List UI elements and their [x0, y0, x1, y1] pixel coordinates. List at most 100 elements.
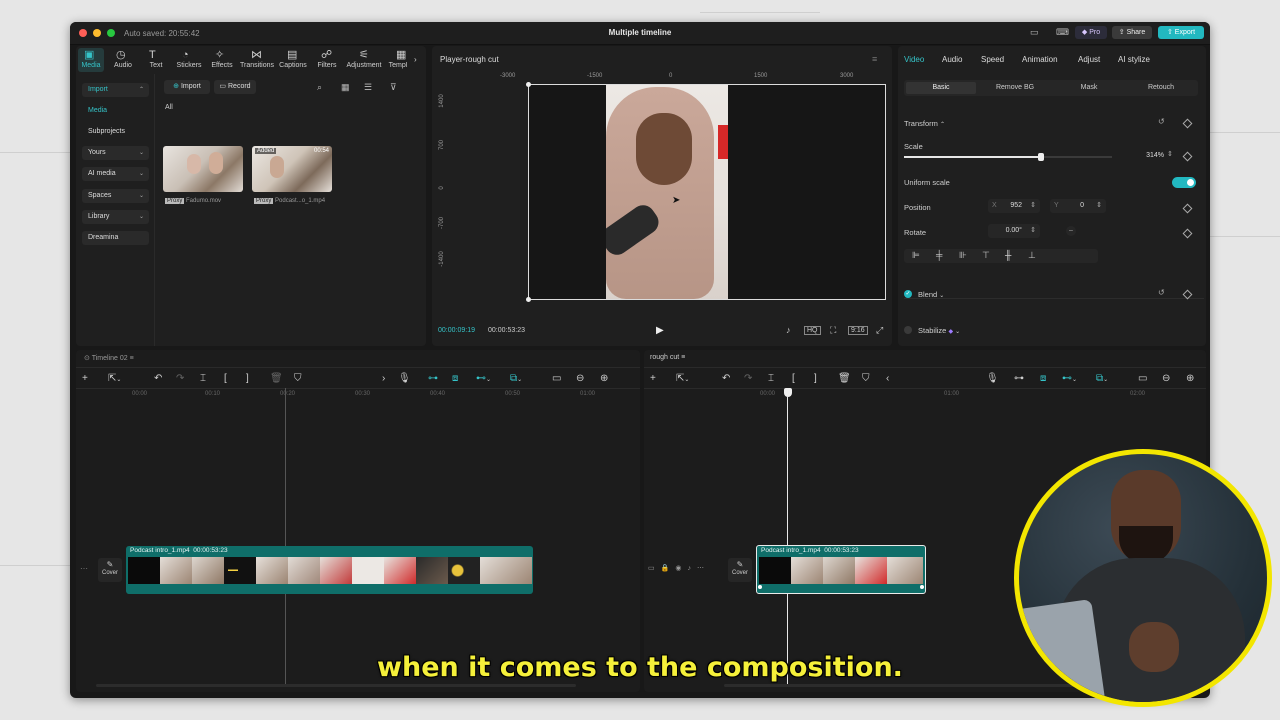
microphone-icon[interactable]: 🎙: [398, 374, 411, 384]
play-icon[interactable]: ▶: [656, 325, 664, 336]
clip-trim-handle[interactable]: [920, 585, 924, 589]
add-icon[interactable]: +: [82, 374, 88, 384]
sidebar-item-yours[interactable]: Yours ⌄: [82, 146, 149, 160]
keyframe-icon[interactable]: [1182, 118, 1193, 129]
subtab-remove-bg[interactable]: Remove BG: [980, 82, 1050, 94]
toolbar-adjustment[interactable]: Adjustment: [342, 62, 386, 69]
preview-axis-icon[interactable]: ⧉⌄: [1096, 374, 1108, 385]
align-bottom-icon[interactable]: ⊥: [1028, 250, 1036, 261]
blend-checkbox[interactable]: ✓: [904, 290, 912, 298]
captions-icon[interactable]: ▤: [287, 50, 297, 61]
chevron-right-icon[interactable]: ›: [414, 54, 417, 65]
delete-icon[interactable]: 🗑: [838, 374, 851, 384]
trim-left-icon[interactable]: [: [224, 374, 227, 384]
trim-right-icon[interactable]: ]: [246, 374, 249, 384]
import-button[interactable]: ⊕ Import: [164, 80, 210, 94]
tab-speed[interactable]: Speed: [981, 55, 1004, 64]
trim-right-icon[interactable]: ]: [814, 374, 817, 384]
align-right-icon[interactable]: ⊪: [959, 250, 967, 261]
select-tool-icon[interactable]: ⇱⌄: [676, 374, 689, 385]
tab-adjust[interactable]: Adjust: [1078, 55, 1100, 64]
split-icon[interactable]: ⌶: [768, 374, 774, 384]
sidebar-item-spaces[interactable]: Spaces ⌄: [82, 189, 149, 203]
link-icon[interactable]: ⊶: [428, 374, 438, 384]
sidebar-item-library[interactable]: Library ⌄: [82, 210, 149, 224]
export-button[interactable]: ⇧ Export: [1158, 26, 1204, 39]
subtab-retouch[interactable]: Retouch: [1126, 82, 1196, 94]
playhead[interactable]: [285, 388, 286, 684]
adjustment-icon[interactable]: ⚟: [359, 50, 369, 61]
toolbar-stickers[interactable]: Stickers: [172, 62, 206, 69]
toolbar-audio[interactable]: Audio: [108, 62, 138, 69]
playhead-handle[interactable]: [784, 388, 792, 397]
stickers-icon[interactable]: ◔: [182, 50, 189, 61]
playhead[interactable]: [787, 396, 788, 684]
undo-icon[interactable]: ↶: [154, 374, 162, 384]
sidebar-item-subprojects[interactable]: Subprojects: [82, 125, 149, 139]
align-center-icon[interactable]: ╪: [936, 250, 942, 260]
screen-icon[interactable]: ▭: [552, 374, 561, 384]
horizontal-scrollbar[interactable]: [96, 684, 576, 687]
filters-icon[interactable]: ☍: [321, 50, 332, 61]
more-icon[interactable]: ⋯: [697, 565, 710, 572]
sidebar-item-dreamina[interactable]: Dreamina: [82, 231, 149, 245]
toolbar-transitions[interactable]: Transitions: [236, 62, 278, 69]
snap-icon[interactable]: ⊷⌄: [1062, 374, 1077, 385]
cover-button[interactable]: ✎ Cover: [728, 558, 752, 582]
speaker-icon[interactable]: ♪: [687, 565, 697, 572]
templates-icon[interactable]: ▦: [396, 50, 406, 61]
filter-all[interactable]: All: [165, 104, 173, 111]
preview-axis-icon[interactable]: ⧉⌄: [510, 374, 522, 385]
uniform-scale-toggle[interactable]: [1172, 177, 1196, 188]
magnet-icon[interactable]: ⧈: [452, 374, 458, 384]
toolbar-captions[interactable]: Captions: [276, 62, 310, 69]
fullscreen-icon[interactable]: ⤢: [876, 325, 883, 336]
zoom-in-icon[interactable]: ⊕: [600, 374, 608, 384]
trim-left-icon[interactable]: [: [792, 374, 795, 384]
rotate-input[interactable]: 0.00° ⇕: [988, 224, 1040, 238]
filter-icon[interactable]: ⊽: [390, 82, 397, 93]
zoom-in-icon[interactable]: ⊕: [1186, 374, 1194, 384]
audio-waveform-icon[interactable]: ♪: [786, 325, 791, 335]
track-visibility-icon[interactable]: ▭: [648, 565, 661, 572]
position-y-input[interactable]: Y 0 ⇕: [1050, 199, 1106, 213]
scale-slider[interactable]: [904, 153, 1112, 161]
player-canvas[interactable]: ➤: [526, 82, 886, 302]
transitions-icon[interactable]: ⋈: [251, 50, 262, 61]
align-left-icon[interactable]: ⊫: [912, 250, 920, 261]
add-icon[interactable]: +: [650, 374, 656, 384]
microphone-icon[interactable]: 🎙: [986, 374, 999, 384]
zoom-out-icon[interactable]: ⊖: [1162, 374, 1170, 384]
stabilize-checkbox[interactable]: [904, 326, 912, 334]
redo-icon[interactable]: ↷: [744, 374, 752, 384]
video-clip-selected[interactable]: Podcast intro_1.mp4 00:00:53:23: [756, 545, 926, 594]
transform-section[interactable]: Transform ⌃: [904, 119, 945, 128]
marker-icon[interactable]: ⛉: [294, 374, 302, 384]
more-icon[interactable]: ⋯: [80, 564, 88, 573]
reset-icon[interactable]: ↺: [1158, 117, 1165, 126]
subtab-mask[interactable]: Mask: [1054, 82, 1124, 94]
tab-animation[interactable]: Animation: [1022, 55, 1058, 64]
toolbar-filters[interactable]: Filters: [310, 62, 344, 69]
keyframe-icon[interactable]: [1182, 228, 1193, 239]
resize-handle[interactable]: [526, 297, 531, 302]
align-top-icon[interactable]: ⊤: [982, 250, 990, 261]
timeline-title[interactable]: rough cut ≡: [650, 354, 685, 361]
undo-icon[interactable]: ↶: [722, 374, 730, 384]
collapse-icon[interactable]: ›: [382, 374, 385, 384]
cover-button[interactable]: ✎ Cover: [98, 558, 122, 582]
pro-button[interactable]: ◆ Pro: [1075, 26, 1107, 39]
screen-icon[interactable]: ▭: [1138, 374, 1147, 384]
fit-icon[interactable]: ⛶: [830, 325, 836, 336]
media-thumbnail-fadumo[interactable]: [163, 146, 243, 192]
media-icon[interactable]: ▣: [84, 50, 94, 61]
keyframe-icon[interactable]: [1182, 151, 1193, 162]
toolbar-effects[interactable]: Effects: [206, 62, 238, 69]
aspect-ratio-button[interactable]: 9:16: [848, 326, 868, 335]
toolbar-templates[interactable]: Templ: [384, 62, 412, 69]
audio-icon[interactable]: ◷: [116, 50, 126, 61]
stepper-icon[interactable]: ⇕: [1167, 150, 1173, 158]
text-icon[interactable]: T: [149, 50, 156, 61]
redo-icon[interactable]: ↷: [176, 374, 184, 384]
tab-ai-stylize[interactable]: AI stylize: [1118, 55, 1150, 64]
